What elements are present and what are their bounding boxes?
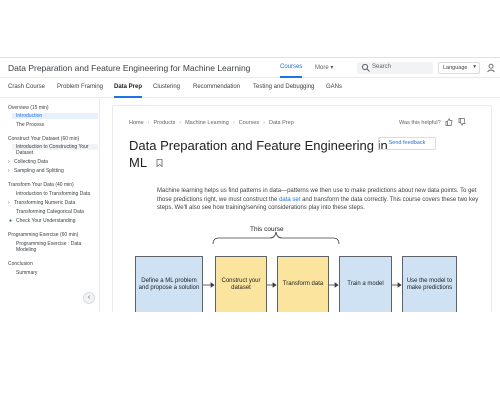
breadcrumb-courses[interactable]: Courses <box>239 120 259 126</box>
breadcrumb-data-prep[interactable]: Data Prep <box>269 120 294 126</box>
arrowhead-4 <box>397 282 402 288</box>
tab-problem-framing[interactable]: Problem Framing <box>57 84 103 90</box>
step-construct-dataset: Construct your dataset <box>215 256 267 312</box>
step-use-model: Use the model to make predictions <box>402 256 457 312</box>
sidebar-item-check[interactable]: ● Check Your Understanding <box>9 218 76 224</box>
tab-more-label: More <box>315 65 329 71</box>
language-label: Language <box>443 65 468 71</box>
main-content: Home › Products › Machine Learning › Courses › D… <box>112 99 498 312</box>
this-course-brace <box>212 231 340 245</box>
arrowhead-1 <box>210 282 215 288</box>
tab-courses[interactable]: Courses <box>280 64 303 78</box>
browser-viewport: Data Preparation and Feature Engineering… <box>0 57 500 312</box>
thumb-up-icon[interactable] <box>445 118 453 126</box>
sidebar-item-introduction[interactable]: Introduction <box>12 113 98 119</box>
site-title[interactable]: Data Preparation and Feature Engineering… <box>8 63 250 73</box>
sidebar-section-transform: Transform Your Data (40 min) <box>8 182 74 188</box>
sidebar-item-check-label: Check Your Understanding <box>16 218 76 224</box>
sidebar-section-programming: Programming Exercise (60 min) <box>8 232 79 238</box>
tab-recommendation[interactable]: Recommendation <box>193 84 240 90</box>
arrowhead-2 <box>272 282 277 288</box>
arrowhead-3 <box>334 282 339 288</box>
send-feedback-button[interactable]: Send feedback <box>378 137 436 150</box>
collapse-sidebar-button[interactable]: ‹ <box>83 292 95 304</box>
page-title-line2: ML <box>129 155 148 170</box>
tab-data-prep[interactable]: Data Prep <box>114 84 143 98</box>
sidebar-section-conclusion: Conclusion <box>8 261 33 267</box>
sidebar-item-transform-numeric-label: Transforming Numeric Data <box>14 200 76 206</box>
course-tabs: Crash Course Problem Framing Data Prep C… <box>0 78 500 98</box>
search-placeholder: Search <box>372 64 392 70</box>
bookmark-icon[interactable] <box>156 159 163 167</box>
sidebar-item-process[interactable]: The Process <box>16 122 44 128</box>
data-set-link[interactable]: data set <box>279 197 300 203</box>
chevron-left-icon: ‹ <box>87 294 91 301</box>
breadcrumb-separator: › <box>263 120 265 126</box>
tab-clustering[interactable]: Clustering <box>153 84 180 90</box>
helpful-label: Was this helpful? <box>399 120 441 126</box>
sidebar: Overview (15 min) Introduction The Proce… <box>0 99 100 312</box>
article-card: Home › Products › Machine Learning › Courses › D… <box>112 105 492 312</box>
sidebar-item-transform-categorical[interactable]: Transforming Categorical Data <box>16 209 84 215</box>
sidebar-item-sampling[interactable]: › Sampling and Splitting <box>8 168 64 174</box>
sidebar-section-overview: Overview (15 min) <box>8 105 49 111</box>
breadcrumb-products[interactable]: Products <box>154 120 176 126</box>
breadcrumb-home[interactable]: Home <box>129 120 144 126</box>
language-select[interactable]: Language ▾ <box>438 62 480 74</box>
breadcrumb: Home › Products › Machine Learning › Courses › D… <box>129 120 294 126</box>
page-title-line1: Data Preparation and Feature Engineering… <box>129 138 388 153</box>
tab-more[interactable]: More ▾ <box>315 64 333 71</box>
step-transform-data: Transform data <box>277 256 329 312</box>
chevron-down-icon: ▾ <box>330 65 334 71</box>
top-bar: Data Preparation and Feature Engineering… <box>0 58 500 78</box>
tab-gans[interactable]: GANs <box>326 84 342 90</box>
sidebar-item-collecting[interactable]: › Collecting Data <box>8 159 48 165</box>
thumb-down-icon[interactable] <box>458 118 466 126</box>
breadcrumb-separator: › <box>179 120 182 126</box>
tab-crash-course[interactable]: Crash Course <box>8 84 45 90</box>
search-icon <box>361 63 370 72</box>
sidebar-item-transform-numeric[interactable]: › Transforming Numeric Data <box>8 200 75 206</box>
sidebar-item-collecting-label: Collecting Data <box>14 159 48 165</box>
sidebar-item-programming-cont[interactable]: Modeling <box>16 247 36 253</box>
breadcrumb-separator: › <box>232 120 235 126</box>
breadcrumb-ml[interactable]: Machine Learning <box>185 120 229 126</box>
tab-testing-debugging[interactable]: Testing and Debugging <box>253 84 314 90</box>
breadcrumb-separator: › <box>147 120 150 126</box>
sidebar-item-sampling-label: Sampling and Splitting <box>14 168 64 174</box>
step-define-problem: Define a ML problem and propose a soluti… <box>135 256 203 312</box>
sidebar-item-transform-intro[interactable]: Introduction to Transforming Data <box>16 191 90 197</box>
intro-paragraph: Machine learning helps us find patterns … <box>157 187 482 213</box>
workflow-diagram: This course Define a ML problem and prop… <box>135 224 475 312</box>
check-circle-icon: ● <box>9 218 13 224</box>
search-input[interactable]: Search <box>357 62 433 74</box>
sidebar-item-construct-intro-cont[interactable]: Dataset <box>16 150 33 156</box>
step-train-model: Train a model <box>339 256 392 312</box>
chevron-down-icon: ▾ <box>473 64 476 70</box>
page-title: Data Preparation and Feature Engineering… <box>129 137 389 171</box>
sidebar-section-construct: Construct Your Dataset (60 min) <box>8 136 80 142</box>
account-icon[interactable] <box>486 63 496 73</box>
sidebar-item-summary[interactable]: Summary <box>16 270 37 276</box>
